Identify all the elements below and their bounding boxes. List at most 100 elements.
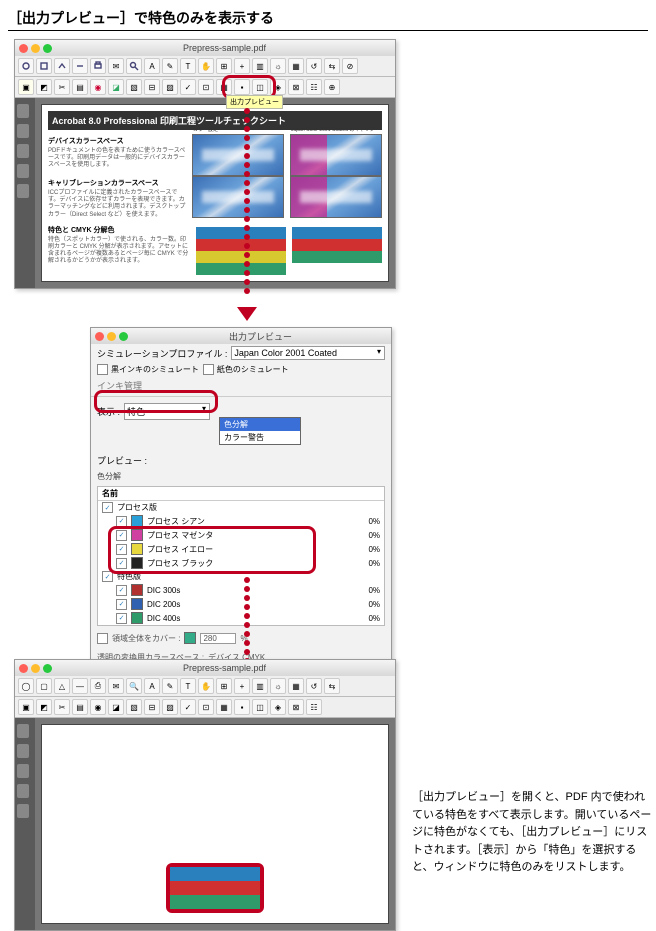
toolbar-button[interactable]: ☼: [270, 678, 286, 694]
toolbar-button[interactable]: T: [180, 58, 196, 74]
search-icon[interactable]: [126, 58, 142, 74]
plate-checkbox[interactable]: ✓: [116, 585, 127, 596]
plate-checkbox[interactable]: ✓: [116, 599, 127, 610]
plate-checkbox[interactable]: ✓: [102, 502, 113, 513]
nav-tab[interactable]: [17, 104, 29, 118]
sim-paper-checkbox[interactable]: [203, 364, 214, 375]
minimize-icon[interactable]: [31, 664, 40, 673]
toolbar-button[interactable]: ⊘: [342, 58, 358, 74]
toolbar-button[interactable]: ⊡: [198, 699, 214, 715]
toolbar-button[interactable]: ▣: [18, 699, 34, 715]
toolbar-button[interactable]: [18, 58, 34, 74]
toolbar-button[interactable]: ◯: [18, 678, 34, 694]
nav-tab[interactable]: [17, 724, 29, 738]
zoom-icon[interactable]: [119, 332, 128, 341]
nav-tab[interactable]: [17, 744, 29, 758]
search-icon[interactable]: 🔍: [126, 678, 142, 694]
toolbar-button[interactable]: ◩: [36, 79, 52, 95]
toolbar-button[interactable]: ▥: [252, 58, 268, 74]
toolbar-button[interactable]: ◪: [108, 79, 124, 95]
toolbar-button[interactable]: ▥: [252, 678, 268, 694]
toolbar-button[interactable]: ⊟: [144, 699, 160, 715]
toolbar-button[interactable]: ⊞: [216, 58, 232, 74]
toolbar-button[interactable]: ▦: [288, 678, 304, 694]
minimize-icon[interactable]: [107, 332, 116, 341]
toolbar-button[interactable]: ▤: [72, 79, 88, 95]
toolbar-button[interactable]: ▦: [288, 58, 304, 74]
coverage-checkbox[interactable]: [97, 633, 108, 644]
profile-select[interactable]: Japan Color 2001 Coated: [231, 346, 385, 360]
toolbar-button[interactable]: ◉: [90, 699, 106, 715]
nav-tab[interactable]: [17, 124, 29, 138]
toolbar-button[interactable]: ☷: [306, 79, 322, 95]
toolbar-button[interactable]: ◫: [252, 699, 268, 715]
toolbar-button[interactable]: ⊕: [324, 79, 340, 95]
plate-checkbox[interactable]: ✓: [116, 530, 127, 541]
toolbar-button[interactable]: ✂: [54, 79, 70, 95]
toolbar-button[interactable]: A: [144, 678, 160, 694]
toolbar-button[interactable]: [72, 58, 88, 74]
toolbar-button[interactable]: ◪: [108, 699, 124, 715]
toolbar-button[interactable]: ✉: [108, 58, 124, 74]
close-icon[interactable]: [19, 664, 28, 673]
toolbar-button[interactable]: ▧: [126, 699, 142, 715]
toolbar-button[interactable]: ⊞: [216, 678, 232, 694]
coverage-field[interactable]: 280: [200, 633, 236, 644]
zoom-icon[interactable]: [43, 664, 52, 673]
toolbar-button[interactable]: A: [144, 58, 160, 74]
toolbar-button[interactable]: ✉: [108, 678, 124, 694]
hand-icon[interactable]: ✋: [198, 678, 214, 694]
toolbar-button[interactable]: ▤: [72, 699, 88, 715]
zoom-in-icon[interactable]: +: [234, 678, 250, 694]
toolbar-button[interactable]: ⊡: [198, 79, 214, 95]
zoom-icon[interactable]: [43, 44, 52, 53]
toolbar-button[interactable]: ✓: [180, 699, 196, 715]
toolbar-button[interactable]: T: [180, 678, 196, 694]
nav-tab[interactable]: [17, 164, 29, 178]
toolbar-button[interactable]: [36, 58, 52, 74]
nav-tab[interactable]: [17, 764, 29, 778]
toolbar-button[interactable]: ✂: [54, 699, 70, 715]
show-select[interactable]: 特色: [124, 403, 210, 420]
dropdown-option[interactable]: 色分解: [220, 418, 300, 431]
toolbar-button[interactable]: ↺: [306, 58, 322, 74]
toolbar-button[interactable]: ✎: [162, 678, 178, 694]
print-icon[interactable]: ⎙: [90, 678, 106, 694]
nav-tab[interactable]: [17, 784, 29, 798]
nav-tab[interactable]: [17, 184, 29, 198]
output-preview-button[interactable]: ▦: [216, 79, 232, 95]
plate-checkbox[interactable]: ✓: [116, 516, 127, 527]
plate-checkbox[interactable]: ✓: [116, 613, 127, 624]
toolbar-button[interactable]: ☼: [270, 58, 286, 74]
close-icon[interactable]: [19, 44, 28, 53]
zoom-in-icon[interactable]: +: [234, 58, 250, 74]
toolbar-button[interactable]: ◫: [252, 79, 268, 95]
toolbar-button[interactable]: ⊠: [288, 699, 304, 715]
toolbar-button[interactable]: [54, 58, 70, 74]
sim-black-checkbox[interactable]: [97, 364, 108, 375]
hand-icon[interactable]: ✋: [198, 58, 214, 74]
nav-tab[interactable]: [17, 144, 29, 158]
toolbar-button[interactable]: ◈: [270, 79, 286, 95]
print-icon[interactable]: [90, 58, 106, 74]
dropdown-option[interactable]: カラー警告: [220, 431, 300, 444]
minimize-icon[interactable]: [31, 44, 40, 53]
plate-checkbox[interactable]: ✓: [116, 558, 127, 569]
toolbar-button[interactable]: ▣: [18, 79, 34, 95]
toolbar-button[interactable]: △: [54, 678, 70, 694]
plate-checkbox[interactable]: ✓: [116, 544, 127, 555]
ink-admin-link[interactable]: インキ管理: [97, 379, 142, 392]
toolbar-button[interactable]: ↺: [306, 678, 322, 694]
toolbar-button[interactable]: ◩: [36, 699, 52, 715]
toolbar-button[interactable]: ✎: [162, 58, 178, 74]
toolbar-button[interactable]: ―: [72, 678, 88, 694]
toolbar-button[interactable]: ▨: [162, 79, 178, 95]
toolbar-button[interactable]: ▢: [36, 678, 52, 694]
toolbar-button[interactable]: ✓: [180, 79, 196, 95]
toolbar-button[interactable]: ⊠: [288, 79, 304, 95]
toolbar-button[interactable]: ◈: [270, 699, 286, 715]
toolbar-button[interactable]: ▨: [162, 699, 178, 715]
toolbar-button[interactable]: ⇆: [324, 678, 340, 694]
nav-tab[interactable]: [17, 804, 29, 818]
toolbar-button[interactable]: ▦: [216, 699, 232, 715]
